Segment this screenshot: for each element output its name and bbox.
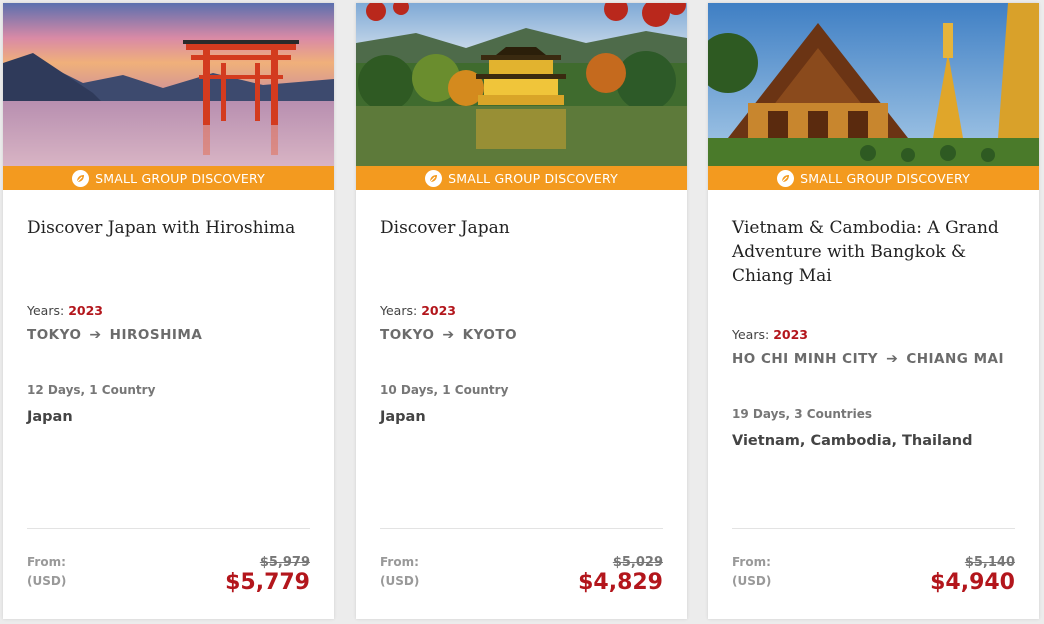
compass-leaf-icon: [425, 169, 443, 187]
sale-price: $4,940: [930, 570, 1015, 595]
years-label: Years:: [27, 303, 65, 318]
small-group-discovery-banner: SMALL GROUP DISCOVERY: [708, 166, 1039, 190]
tour-photo-thai-temple[interactable]: [708, 3, 1039, 166]
arrow-right-icon: ➔: [89, 327, 102, 343]
small-group-discovery-banner: SMALL GROUP DISCOVERY: [356, 166, 687, 190]
divider: [27, 528, 310, 529]
sale-price: $5,779: [225, 570, 310, 595]
arrow-right-icon: ➔: [442, 327, 455, 343]
original-price: $5,979: [259, 555, 310, 570]
compass-leaf-icon: [777, 169, 795, 187]
route-end: KYOTO: [462, 327, 518, 343]
tour-title[interactable]: Vietnam & Cambodia: A Grand Adventure wi…: [732, 216, 1022, 288]
tour-title[interactable]: Discover Japan: [380, 216, 670, 240]
years-value: 2023: [68, 303, 103, 318]
years-value: 2023: [421, 303, 456, 318]
currency-label: (USD): [732, 574, 772, 588]
route-start: TOKYO: [380, 327, 435, 343]
price-from-label: From: (USD): [732, 553, 771, 591]
tour-countries: Vietnam, Cambodia, Thailand: [732, 433, 973, 449]
years-label: Years:: [732, 327, 770, 342]
tour-duration: 10 Days, 1 Country: [380, 383, 509, 397]
tour-countries: Japan: [380, 409, 426, 425]
divider: [380, 528, 663, 529]
tour-countries: Japan: [27, 409, 73, 425]
tour-title[interactable]: Discover Japan with Hiroshima: [27, 216, 317, 240]
tour-photo-golden-pavilion[interactable]: [356, 3, 687, 166]
from-label: From:: [380, 555, 419, 569]
tour-card[interactable]: SMALL GROUP DISCOVERY Vietnam & Cambodia…: [708, 3, 1039, 619]
currency-label: (USD): [27, 574, 67, 588]
route-start: TOKYO: [27, 327, 82, 343]
arrow-right-icon: ➔: [886, 351, 899, 367]
currency-label: (USD): [380, 574, 420, 588]
compass-leaf-icon: [72, 169, 90, 187]
banner-label: SMALL GROUP DISCOVERY: [95, 170, 265, 186]
banner-label: SMALL GROUP DISCOVERY: [800, 170, 970, 186]
small-group-discovery-banner: SMALL GROUP DISCOVERY: [3, 166, 334, 190]
years-row: Years: 2023: [27, 303, 103, 318]
route-end: HIROSHIMA: [109, 327, 203, 343]
years-row: Years: 2023: [380, 303, 456, 318]
years-row: Years: 2023: [732, 327, 808, 342]
card-body: Vietnam & Cambodia: A Grand Adventure wi…: [732, 190, 1015, 619]
banner-label: SMALL GROUP DISCOVERY: [448, 170, 618, 186]
original-price: $5,140: [964, 555, 1015, 570]
years-label: Years:: [380, 303, 418, 318]
card-body: Discover Japan Years: 2023 TOKYO ➔ KYOTO…: [380, 190, 663, 619]
tour-card[interactable]: SMALL GROUP DISCOVERY Discover Japan Yea…: [356, 3, 687, 619]
from-label: From:: [27, 555, 66, 569]
route-end: CHIANG MAI: [906, 351, 1004, 367]
tour-card[interactable]: SMALL GROUP DISCOVERY Discover Japan wit…: [3, 3, 334, 619]
route: TOKYO ➔ KYOTO: [380, 327, 517, 343]
tour-photo-torii-gate[interactable]: [3, 3, 334, 166]
price-from-label: From: (USD): [380, 553, 419, 591]
tour-duration: 12 Days, 1 Country: [27, 383, 156, 397]
tour-duration: 19 Days, 3 Countries: [732, 407, 872, 421]
years-value: 2023: [773, 327, 808, 342]
sale-price: $4,829: [578, 570, 663, 595]
route: HO CHI MINH CITY ➔ CHIANG MAI: [732, 351, 1004, 367]
route-start: HO CHI MINH CITY: [732, 351, 879, 367]
card-body: Discover Japan with Hiroshima Years: 202…: [27, 190, 310, 619]
route: TOKYO ➔ HIROSHIMA: [27, 327, 202, 343]
from-label: From:: [732, 555, 771, 569]
divider: [732, 528, 1015, 529]
price-from-label: From: (USD): [27, 553, 66, 591]
original-price: $5,029: [612, 555, 663, 570]
tour-card-grid: SMALL GROUP DISCOVERY Discover Japan wit…: [0, 0, 1044, 624]
